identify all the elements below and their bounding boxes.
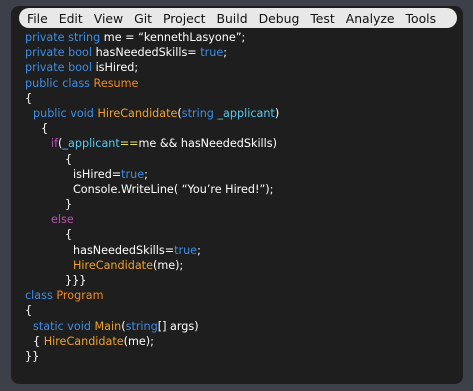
code-line: }}} — [25, 273, 457, 288]
code-line: { — [25, 152, 457, 167]
code-line: class Program — [25, 288, 457, 303]
code-token: Resume — [93, 76, 139, 90]
code-token: (me); — [123, 334, 154, 348]
code-line: isHired=true; — [25, 167, 457, 182]
code-token: Main — [94, 319, 122, 333]
code-token: ; — [144, 167, 148, 181]
code-token: public void — [33, 106, 98, 120]
code-line: public class Resume — [25, 76, 457, 91]
code-token: Program — [56, 289, 104, 303]
code-line: { — [25, 91, 457, 106]
code-line: } — [25, 197, 457, 212]
menu-project[interactable]: Project — [163, 11, 205, 26]
code-line: { — [25, 303, 457, 318]
code-token: (me); — [152, 258, 184, 272]
code-line: hasNeededSkills=true; — [25, 243, 457, 258]
menu-bar: File Edit View Git Project Build Debug T… — [19, 8, 457, 28]
code-token: string — [181, 106, 218, 120]
code-token: { — [65, 228, 73, 242]
menu-git[interactable]: Git — [134, 11, 152, 26]
code-token: private bool — [25, 46, 96, 60]
code-line: private string me = “kennethLasyone”; — [25, 30, 457, 45]
code-token: { — [41, 122, 49, 136]
code-token: ; — [197, 243, 201, 257]
code-token: private string — [25, 31, 104, 44]
code-token: string — [125, 319, 158, 333]
code-line: Console.WriteLine( “You’re Hired!”); — [25, 182, 457, 197]
code-token: == — [119, 137, 139, 151]
code-line: }} — [25, 349, 457, 364]
code-token: me = “kennethLasyone”; — [103, 31, 246, 44]
code-editor-window: File Edit View Git Project Build Debug T… — [11, 6, 463, 384]
code-token: isHired; — [95, 61, 139, 75]
code-token: ; — [223, 46, 227, 60]
menu-analyze[interactable]: Analyze — [346, 11, 395, 26]
menu-view[interactable]: View — [94, 11, 123, 26]
code-token: hasNeededSkills= — [95, 46, 201, 60]
code-token: HireCandidate — [97, 106, 178, 120]
code-token: true — [200, 46, 224, 60]
code-token: true — [174, 243, 198, 257]
code-token: Console.WriteLine( “You’re Hired!”); — [73, 182, 274, 196]
code-line: public void HireCandidate(string _applic… — [25, 106, 457, 121]
code-token: public class — [25, 76, 94, 90]
code-token: }} — [25, 349, 40, 363]
code-line: { — [25, 227, 457, 242]
code-token: }}} — [65, 274, 87, 287]
code-token: class — [25, 289, 57, 303]
code-token: isHired= — [73, 167, 122, 181]
code-token: HireCandidate — [73, 258, 153, 272]
code-line: { — [25, 121, 457, 136]
code-line: static void Main(string[] args) — [25, 319, 457, 334]
code-token: [] args) — [157, 319, 199, 333]
code-line: private bool hasNeededSkills= true; — [25, 45, 457, 60]
code-token: { — [25, 304, 33, 318]
code-token: true — [121, 167, 145, 181]
menu-file[interactable]: File — [27, 11, 48, 26]
menu-test[interactable]: Test — [310, 11, 334, 26]
code-token: static void — [33, 319, 95, 333]
code-token: me && hasNeededSkills) — [138, 137, 277, 151]
code-token: _applicant — [217, 106, 275, 120]
code-line: { HireCandidate(me); — [25, 334, 457, 349]
menu-tools[interactable]: Tools — [406, 11, 437, 26]
code-token: hasNeededSkills= — [73, 243, 175, 257]
code-token: HireCandidate — [43, 334, 124, 348]
menu-build[interactable]: Build — [216, 11, 247, 26]
code-token: else — [51, 213, 74, 227]
code-line: else — [25, 212, 457, 227]
code-token: _applicant — [62, 137, 120, 151]
code-token: { — [25, 91, 33, 105]
code-token: } — [65, 198, 73, 212]
code-line: if(_applicant==me && hasNeededSkills) — [25, 136, 457, 151]
code-line: private bool isHired; — [25, 60, 457, 75]
code-token: { — [65, 152, 73, 166]
menu-debug[interactable]: Debug — [259, 11, 300, 26]
code-editor-text[interactable]: private string me = “kennethLasyone”; pri… — [25, 30, 457, 378]
code-token: if — [51, 137, 59, 151]
menu-edit[interactable]: Edit — [59, 11, 83, 26]
code-line: HireCandidate(me); — [25, 258, 457, 273]
code-token: { — [33, 334, 44, 348]
code-token: private bool — [25, 61, 96, 75]
code-token: ) — [274, 106, 280, 120]
